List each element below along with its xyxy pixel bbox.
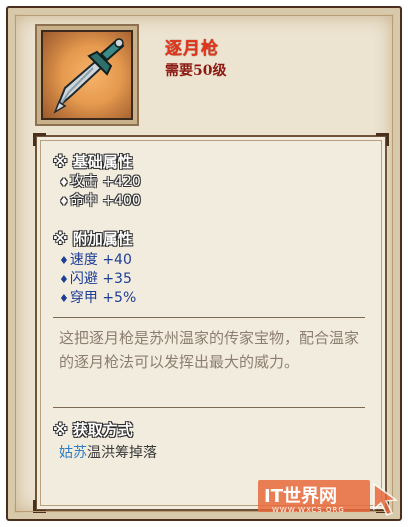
divider — [53, 317, 365, 318]
divider — [53, 407, 365, 408]
diamond-icon: ♦ — [59, 273, 69, 286]
extra-attribute-penetration: ♦穿甲 +5% — [59, 290, 137, 306]
base-attributes-title: ※ 基础属性 — [53, 153, 133, 171]
item-thumbnail-frame — [35, 24, 139, 126]
source-detail: 温洪筹掉落 — [87, 445, 157, 461]
level-requirement: 需要50级 — [165, 63, 227, 79]
extra-attributes-title: ※ 附加属性 — [53, 230, 133, 248]
item-description: 这把逐月枪是苏州温家的传家宝物，配合温家的逐月枪法可以发挥出最大的威力。 — [59, 329, 360, 371]
panel-corner — [33, 133, 46, 146]
source-location-link[interactable]: 姑苏 — [59, 445, 87, 461]
diamond-icon: ♦ — [59, 176, 69, 189]
diamond-icon: ♦ — [59, 292, 69, 305]
diamond-icon: ♦ — [59, 195, 69, 208]
source-line: 姑苏温洪筹掉落 — [59, 442, 157, 462]
source-title: ※ 获取方式 — [53, 421, 133, 439]
watermark-text: IT世界网 — [264, 486, 337, 507]
extra-attribute-speed: ♦速度 +40 — [59, 252, 132, 268]
base-attribute-accuracy: ♦命中 +400 — [59, 193, 141, 209]
site-watermark: IT世界网 WWW.WXCS.ORG — [258, 478, 404, 522]
item-thumbnail — [43, 32, 131, 118]
attributes-panel: ※ 基础属性 ♦攻击 +420 ♦命中 +400 ※ 附加属性 ♦速度 +40 … — [33, 133, 389, 513]
item-tooltip-card: 逐月枪 需要50级 ※ 基础属性 ♦攻击 +420 ♦命中 +400 ※ 附加属… — [6, 6, 402, 521]
base-attribute-attack: ♦攻击 +420 — [59, 174, 141, 190]
panel-corner — [376, 133, 389, 146]
panel-corner — [33, 500, 46, 513]
diamond-icon: ♦ — [59, 254, 69, 267]
spear-icon — [53, 38, 125, 114]
extra-attribute-dodge: ♦闪避 +35 — [59, 271, 132, 287]
item-name: 逐月枪 — [165, 39, 219, 59]
cursor-arrow-icon — [373, 482, 399, 516]
watermark-url: WWW.WXCS.ORG — [272, 506, 345, 514]
